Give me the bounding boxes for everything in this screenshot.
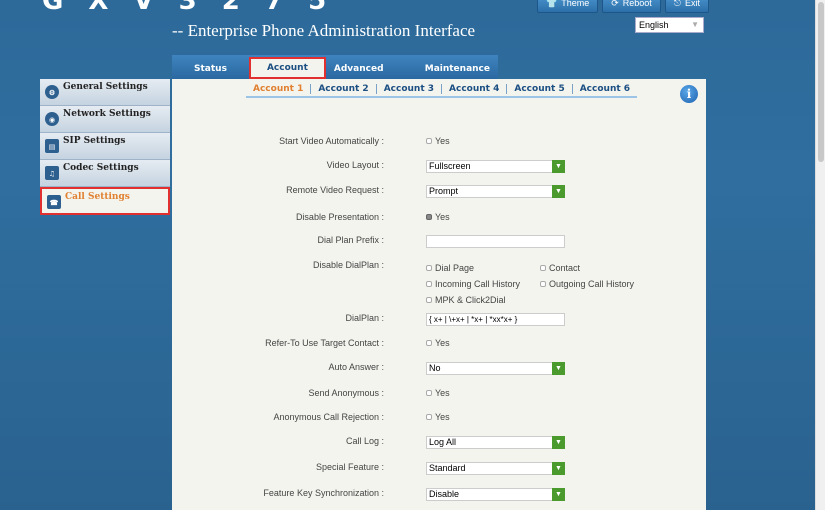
video-layout-select[interactable]: Fullscreen ▼ [426, 160, 565, 173]
sidebar-item-general-settings[interactable]: ⚙ General Settings [40, 79, 170, 106]
checkmark-icon [426, 214, 432, 220]
tab-maintenance[interactable]: Maintenance [417, 59, 498, 79]
tab-account-2[interactable]: Account 2 [311, 83, 377, 94]
mpk-click2dial-checkbox[interactable]: MPK & Click2Dial [426, 292, 506, 308]
tab-account-5[interactable]: Account 5 [507, 83, 573, 94]
start-video-label: Start Video Automatically : [279, 136, 384, 146]
row-feature-key-sync: Feature Key Synchronization : Disable ▼ [172, 488, 706, 501]
feature-key-sync-select[interactable]: Disable ▼ [426, 488, 565, 501]
main-panel: Account 1 Account 2 Account 3 Account 4 … [172, 79, 706, 510]
contact-checkbox[interactable]: Contact [540, 260, 580, 276]
exit-icon: ⎋ [673, 0, 681, 8]
tab-account-3[interactable]: Account 3 [377, 83, 443, 94]
scrollbar-thumb[interactable] [818, 2, 824, 162]
row-auto-answer: Auto Answer : No ▼ [172, 362, 706, 375]
disable-presentation-label: Disable Presentation : [295, 212, 384, 222]
disable-dialplan-label: Disable DialPlan : [312, 260, 384, 270]
refer-to-checkbox[interactable]: Yes [426, 338, 450, 348]
auto-answer-label: Auto Answer : [328, 362, 384, 372]
account-tabs: Account 1 Account 2 Account 3 Account 4 … [246, 81, 638, 98]
special-feature-label: Special Feature : [315, 462, 384, 472]
dropdown-arrow-icon: ▼ [552, 362, 565, 375]
dialplan-input[interactable]: { x+ | \+x+ | *x+ | *xx*x+ } [426, 313, 565, 326]
main-tabs: Status Account Advanced Settings Mainten… [172, 55, 498, 94]
row-remote-video: Remote Video Request : Prompt ▼ [172, 185, 706, 198]
page-subtitle: -- Enterprise Phone Administration Inter… [172, 21, 476, 40]
dropdown-arrow-icon: ▼ [552, 462, 565, 475]
send-anonymous-checkbox[interactable]: Yes [426, 388, 450, 398]
dropdown-arrow-icon: ▼ [552, 436, 565, 449]
dialplan-label: DialPlan : [345, 313, 384, 323]
video-layout-label: Video Layout : [326, 160, 384, 170]
exit-button[interactable]: ⎋ Exit [664, 0, 709, 13]
reboot-button[interactable]: ⟳ Reboot [602, 0, 661, 13]
sidebar: ⚙ General Settings ◉ Network Settings ▤ SIP… [40, 79, 170, 215]
tab-advanced-settings[interactable]: Advanced Settings [326, 59, 417, 94]
feature-key-sync-label: Feature Key Synchronization : [263, 488, 384, 498]
dial-page-checkbox[interactable]: Dial Page [426, 260, 532, 276]
disable-dialplan-options: Dial Page Contact Incoming Call History Ou… [426, 260, 666, 308]
start-video-checkbox[interactable]: Yes [426, 136, 450, 146]
remote-video-label: Remote Video Request : [286, 185, 384, 195]
outgoing-call-history-checkbox[interactable]: Outgoing Call History [540, 276, 634, 292]
tab-account[interactable]: Account [248, 57, 326, 79]
dropdown-arrow-icon: ▼ [552, 185, 565, 198]
theme-icon: 👕 [546, 0, 558, 8]
disable-presentation-checkbox[interactable]: Yes [426, 212, 450, 222]
send-anonymous-label: Send Anonymous : [308, 388, 384, 398]
tab-account-4[interactable]: Account 4 [442, 83, 508, 94]
special-feature-select[interactable]: Standard ▼ [426, 462, 565, 475]
sidebar-item-codec-settings[interactable]: ♫ Codec Settings [40, 160, 170, 187]
header-buttons: 👕 Theme ⟳ Reboot ⎋ Exit [537, 0, 709, 13]
tab-account-6[interactable]: Account 6 [573, 84, 637, 94]
sidebar-item-call-settings[interactable]: ☎ Call Settings [40, 187, 170, 215]
anon-rejection-checkbox[interactable]: Yes [426, 412, 450, 422]
call-settings-icon: ☎ [47, 195, 61, 209]
language-select[interactable]: English ▼ [635, 17, 704, 33]
theme-button[interactable]: 👕 Theme [537, 0, 599, 13]
row-video-layout: Video Layout : Fullscreen ▼ [172, 160, 706, 173]
dropdown-arrow-icon: ▼ [552, 488, 565, 501]
network-settings-icon: ◉ [45, 112, 59, 126]
refer-to-label: Refer-To Use Target Contact : [265, 338, 384, 348]
dropdown-arrow-icon: ▼ [552, 160, 565, 173]
tab-status[interactable]: Status [172, 59, 249, 79]
chevron-down-icon: ▼ [691, 20, 699, 29]
incoming-call-history-checkbox[interactable]: Incoming Call History [426, 276, 532, 292]
auto-answer-select[interactable]: No ▼ [426, 362, 565, 375]
general-settings-icon: ⚙ [45, 85, 59, 99]
row-special-feature: Special Feature : Standard ▼ [172, 462, 706, 475]
sip-settings-icon: ▤ [45, 139, 59, 153]
sidebar-item-sip-settings[interactable]: ▤ SIP Settings [40, 133, 170, 160]
dial-plan-prefix-label: Dial Plan Prefix : [317, 235, 384, 245]
call-log-select[interactable]: Log All ▼ [426, 436, 565, 449]
codec-settings-icon: ♫ [45, 166, 59, 180]
dial-plan-prefix-input[interactable] [426, 235, 565, 248]
row-call-log: Call Log : Log All ▼ [172, 436, 706, 449]
info-icon[interactable]: i [680, 85, 698, 103]
tab-account-1[interactable]: Account 1 [246, 83, 312, 94]
remote-video-select[interactable]: Prompt ▼ [426, 185, 565, 198]
brand-logo: G X V 3 2 7 5 [42, 0, 335, 16]
call-log-label: Call Log : [345, 436, 384, 446]
sidebar-item-network-settings[interactable]: ◉ Network Settings [40, 106, 170, 133]
anon-rejection-label: Anonymous Call Rejection : [273, 412, 384, 422]
reboot-icon: ⟳ [611, 0, 619, 8]
vertical-scrollbar[interactable] [815, 0, 825, 510]
